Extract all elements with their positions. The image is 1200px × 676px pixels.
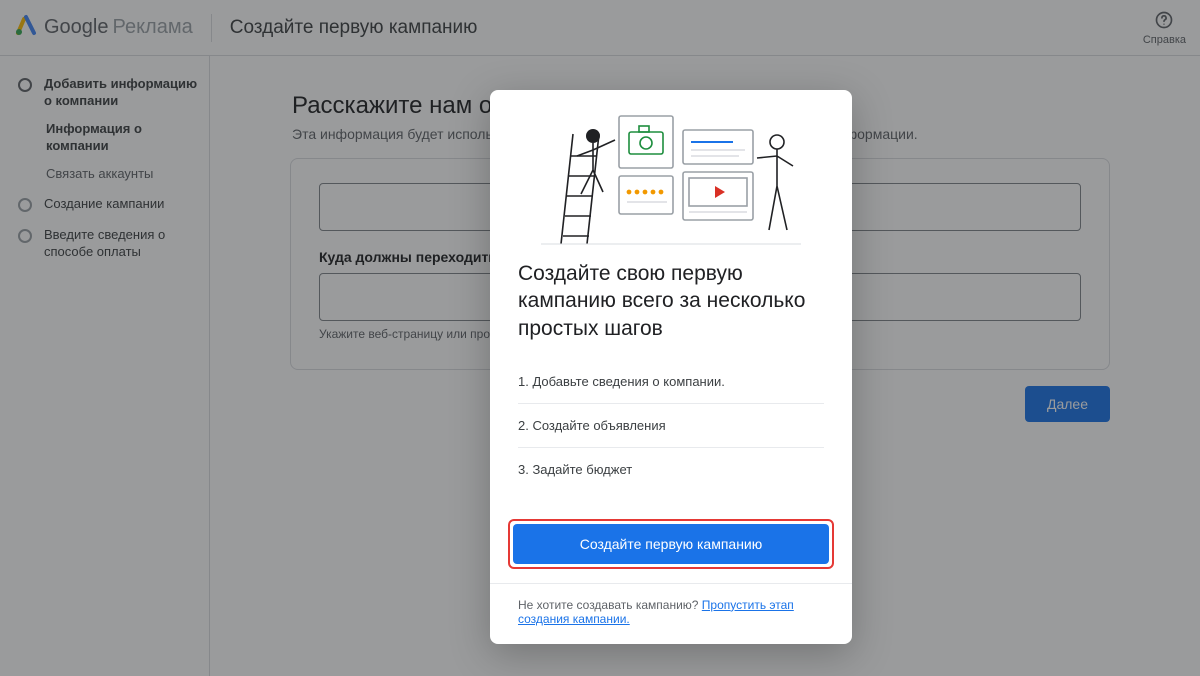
- modal-step-1: 1. Добавьте сведения о компании.: [518, 360, 824, 404]
- modal-step-2: 2. Создайте объявления: [518, 404, 824, 448]
- onboarding-modal: Создайте свою первую кампанию всего за н…: [490, 90, 852, 644]
- modal-footer: Не хотите создавать кампанию? Пропустить…: [490, 583, 852, 644]
- create-first-campaign-button[interactable]: Создайте первую кампанию: [513, 524, 829, 564]
- onboarding-illustration: [490, 90, 852, 260]
- cta-highlight-annotation: Создайте первую кампанию: [508, 519, 834, 569]
- modal-footer-text: Не хотите создавать кампанию?: [518, 598, 702, 612]
- modal-step-3: 3. Задайте бюджет: [518, 448, 824, 495]
- modal-heading: Создайте свою первую кампанию всего за н…: [518, 260, 824, 342]
